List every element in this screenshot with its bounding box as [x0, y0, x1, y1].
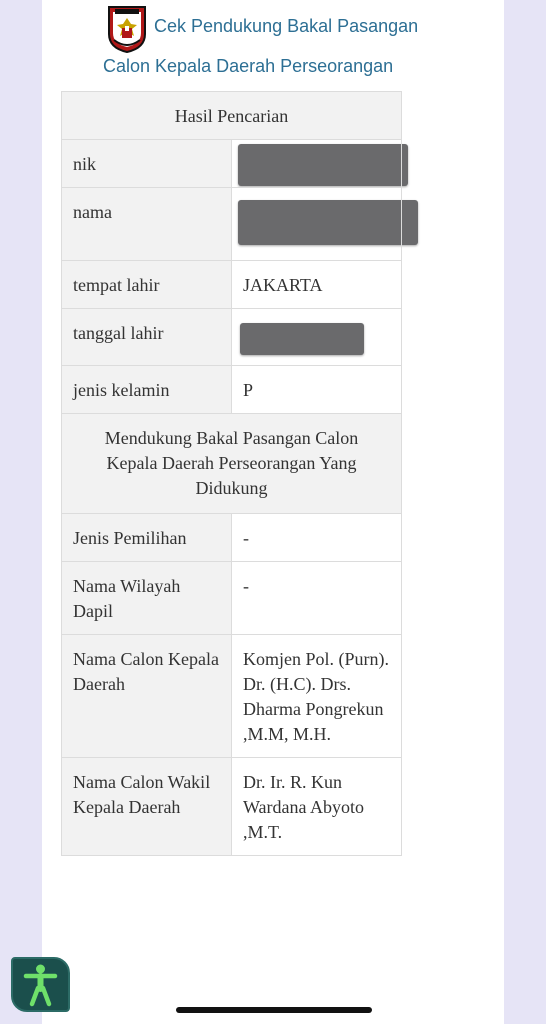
jenis-kelamin-value: P: [231, 365, 402, 414]
table-row: nama: [61, 187, 418, 261]
home-indicator[interactable]: [176, 1007, 372, 1013]
kpu-logo-icon: [108, 6, 146, 54]
tanggal-lahir-value: [231, 308, 402, 366]
support-heading: Mendukung Bakal Pasangan Calon Kepala Da…: [61, 413, 402, 514]
nama-value: [231, 187, 418, 261]
jenis-kelamin-label: jenis kelamin: [61, 365, 232, 414]
page-header: Cek Pendukung Bakal Pasangan Calon Kepal…: [103, 0, 503, 88]
nama-calon-wakil-value: Dr. Ir. R. Kun Wardana Abyoto ,M.T.: [231, 757, 402, 856]
nik-value: [231, 139, 408, 188]
tempat-lahir-value: JAKARTA: [231, 260, 402, 309]
jenis-pemilihan-value: -: [231, 513, 402, 562]
table-row: Jenis Pemilihan -: [61, 513, 402, 562]
table-row: jenis kelamin P: [61, 365, 402, 414]
redacted-nik: [238, 144, 408, 186]
page-title: Cek Pendukung Bakal Pasangan: [154, 16, 419, 36]
table-row: tempat lahir JAKARTA: [61, 260, 402, 309]
redacted-nama: [238, 200, 418, 245]
tempat-lahir-label: tempat lahir: [61, 260, 232, 309]
search-result-table: Hasil Pencarian nik nama tempat lahir JA…: [61, 91, 418, 856]
nama-calon-wakil-label: Nama Calon Wakil Kepala Daerah: [61, 757, 232, 856]
table-row: Nama Wilayah Dapil -: [61, 561, 402, 635]
table-row: Nama Calon Wakil Kepala Daerah Dr. Ir. R…: [61, 757, 402, 856]
accessibility-button[interactable]: [11, 957, 70, 1012]
result-heading: Hasil Pencarian: [61, 91, 402, 140]
nama-calon-kepala-daerah-label: Nama Calon Kepala Daerah: [61, 634, 232, 758]
jenis-pemilihan-label: Jenis Pemilihan: [61, 513, 232, 562]
nik-label: nik: [61, 139, 232, 188]
table-row: nik: [61, 139, 408, 188]
table-row: Nama Calon Kepala Daerah Komjen Pol. (Pu…: [61, 634, 402, 758]
accessibility-person-icon: [23, 964, 58, 1007]
page-subtitle: Calon Kepala Daerah Perseorangan: [103, 56, 394, 76]
nama-wilayah-dapil-label: Nama Wilayah Dapil: [61, 561, 232, 635]
nama-wilayah-dapil-value: -: [231, 561, 402, 635]
tanggal-lahir-label: tanggal lahir: [61, 308, 232, 366]
nama-calon-kepala-daerah-value: Komjen Pol. (Purn). Dr. (H.C). Drs. Dhar…: [231, 634, 402, 758]
redacted-tanggal-lahir: [240, 323, 364, 355]
nama-label: nama: [61, 187, 232, 261]
table-row: tanggal lahir: [61, 308, 402, 366]
